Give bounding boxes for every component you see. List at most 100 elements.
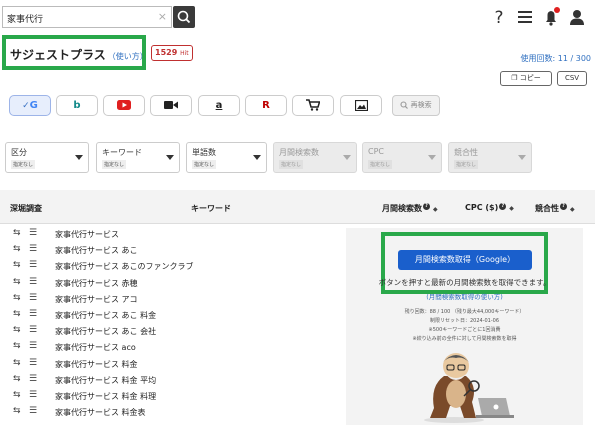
sort-icon[interactable]: ◆ <box>570 206 575 213</box>
deep-research-icon[interactable]: ⇆ <box>13 358 21 368</box>
filter-word-count[interactable]: 単語数 指定なし <box>186 142 267 173</box>
copy-button-label: コピー <box>519 74 541 82</box>
header-monthly-volume-label: 月間検索数 <box>382 204 422 213</box>
deep-research-icon[interactable]: ⇆ <box>13 406 21 416</box>
row-menu-icon[interactable]: ☰ <box>29 390 37 400</box>
notification-dot <box>554 7 560 13</box>
image-icon <box>354 99 368 111</box>
copy-button[interactable]: ❐ コピー <box>500 71 552 86</box>
keyword-cell[interactable]: 家事代行サービス 赤穂 <box>55 278 138 289</box>
engine-tab-google[interactable]: ✓G <box>9 95 51 116</box>
engine-tab-amazon[interactable]: a <box>198 95 240 116</box>
mascot-illustration <box>424 353 514 423</box>
search-icon <box>400 101 409 109</box>
table-row: ⇆ ☰ 家事代行サービス アコ <box>0 292 345 308</box>
row-menu-icon[interactable]: ☰ <box>29 277 37 287</box>
filter-label: CPC <box>368 147 384 156</box>
filter-value: 指定なし <box>11 160 36 169</box>
result-count-unit: Hit <box>180 50 189 57</box>
header-cpc[interactable]: CPC ($)? ◆ <box>465 203 514 212</box>
filter-cpc: CPC 指定なし <box>362 142 442 173</box>
row-menu-icon[interactable]: ☰ <box>29 325 37 335</box>
filter-monthly-volume: 月間検索数 指定なし <box>273 142 357 173</box>
keyword-cell[interactable]: 家事代行サービス 料金表 <box>55 407 146 418</box>
deep-research-icon[interactable]: ⇆ <box>13 341 21 351</box>
help-icon[interactable]: ? <box>560 203 567 210</box>
filter-value: 指定なし <box>102 160 127 169</box>
engine-tab-shopping[interactable] <box>292 95 334 116</box>
filter-keyword[interactable]: キーワード 指定なし <box>96 142 180 173</box>
csv-button[interactable]: CSV <box>557 71 587 86</box>
engine-tab-video[interactable] <box>150 95 192 116</box>
help-icon[interactable]: ? <box>487 4 511 30</box>
keyword-cell[interactable]: 家事代行サービス <box>55 229 119 240</box>
engine-tab-rakuten[interactable]: R <box>245 95 287 116</box>
video-camera-icon <box>164 101 178 109</box>
table-row: ⇆ ☰ 家事代行サービス 料金 料理 <box>0 389 345 405</box>
row-menu-icon[interactable]: ☰ <box>29 341 37 351</box>
table-row: ⇆ ☰ 家事代行サービス あこのファンクラブ <box>0 259 345 275</box>
table-row: ⇆ ☰ 家事代行サービス あこ <box>0 243 345 259</box>
filter-label: 区分 <box>11 148 27 157</box>
filter-category[interactable]: 区分 指定なし <box>5 142 89 173</box>
deep-research-icon[interactable]: ⇆ <box>13 277 21 287</box>
usage-counter: 使用回数: 11 / 300 <box>520 54 591 63</box>
engine-tab-youtube[interactable] <box>103 95 145 116</box>
keyword-cell[interactable]: 家事代行サービス あこ <box>55 245 138 256</box>
get-volume-button[interactable]: 月間検索数取得（Google） <box>398 250 532 270</box>
keyword-cell[interactable]: 家事代行サービス 料金 平均 <box>55 375 156 386</box>
help-icon[interactable]: ? <box>423 203 430 210</box>
search-field[interactable]: × <box>2 6 172 29</box>
user-icon[interactable] <box>565 4 589 30</box>
keyword-cell[interactable]: 家事代行サービス 料金 料理 <box>55 391 156 402</box>
keyword-cell[interactable]: 家事代行サービス あこのファンクラブ <box>55 261 194 272</box>
row-menu-icon[interactable]: ☰ <box>29 260 37 270</box>
header-competition[interactable]: 競合性? ◆ <box>535 203 575 214</box>
row-menu-icon[interactable]: ☰ <box>29 244 37 254</box>
research-button[interactable]: 再検索 <box>392 95 440 116</box>
filter-label: 競合性 <box>454 148 478 157</box>
research-button-label: 再検索 <box>410 101 432 109</box>
clear-search-icon[interactable]: × <box>158 10 167 24</box>
header-monthly-volume[interactable]: 月間検索数? ◆ <box>382 203 438 214</box>
bell-icon[interactable] <box>539 4 563 30</box>
howto-link[interactable]: （使い方） <box>108 52 148 61</box>
deep-research-icon[interactable]: ⇆ <box>13 260 21 270</box>
sort-icon[interactable]: ◆ <box>509 205 514 212</box>
menu-icon[interactable] <box>513 4 537 30</box>
result-count-number: 1529 <box>155 48 178 57</box>
table-row: ⇆ ☰ 家事代行サービス 赤穂 <box>0 276 345 292</box>
engine-tab-image[interactable] <box>340 95 382 116</box>
table-row: ⇆ ☰ 家事代行サービス 料金表 <box>0 405 345 421</box>
sort-icon[interactable]: ◆ <box>433 206 438 213</box>
deep-research-icon[interactable]: ⇆ <box>13 325 21 335</box>
keyword-cell[interactable]: 家事代行サービス アコ <box>55 294 138 305</box>
row-menu-icon[interactable]: ☰ <box>29 228 37 238</box>
deep-research-icon[interactable]: ⇆ <box>13 228 21 238</box>
top-bar: × ? <box>0 0 595 32</box>
deep-research-icon[interactable]: ⇆ <box>13 374 21 384</box>
engine-tab-bing[interactable]: b <box>56 95 98 116</box>
search-button[interactable] <box>173 6 195 28</box>
row-menu-icon[interactable]: ☰ <box>29 293 37 303</box>
keyword-cell[interactable]: 家事代行サービス あこ 会社 <box>55 326 156 337</box>
rakuten-icon: R <box>262 100 270 111</box>
keyword-cell[interactable]: 家事代行サービス 料金 <box>55 359 138 370</box>
copy-icon: ❐ <box>511 74 518 82</box>
filter-value: 指定なし <box>192 160 217 169</box>
caret-down-icon <box>166 155 174 160</box>
deep-research-icon[interactable]: ⇆ <box>13 293 21 303</box>
row-menu-icon[interactable]: ☰ <box>29 309 37 319</box>
row-menu-icon[interactable]: ☰ <box>29 406 37 416</box>
deep-research-icon[interactable]: ⇆ <box>13 244 21 254</box>
header-cpc-label: CPC ($) <box>465 203 499 212</box>
panel-howto-link[interactable]: (月間検索数取得の使い方) <box>346 291 583 301</box>
deep-research-icon[interactable]: ⇆ <box>13 390 21 400</box>
row-menu-icon[interactable]: ☰ <box>29 358 37 368</box>
help-icon[interactable]: ? <box>499 203 507 210</box>
keyword-cell[interactable]: 家事代行サービス aco <box>55 342 136 353</box>
row-menu-icon[interactable]: ☰ <box>29 374 37 384</box>
keyword-cell[interactable]: 家事代行サービス あこ 料金 <box>55 310 156 321</box>
deep-research-icon[interactable]: ⇆ <box>13 309 21 319</box>
search-input[interactable] <box>3 8 153 29</box>
